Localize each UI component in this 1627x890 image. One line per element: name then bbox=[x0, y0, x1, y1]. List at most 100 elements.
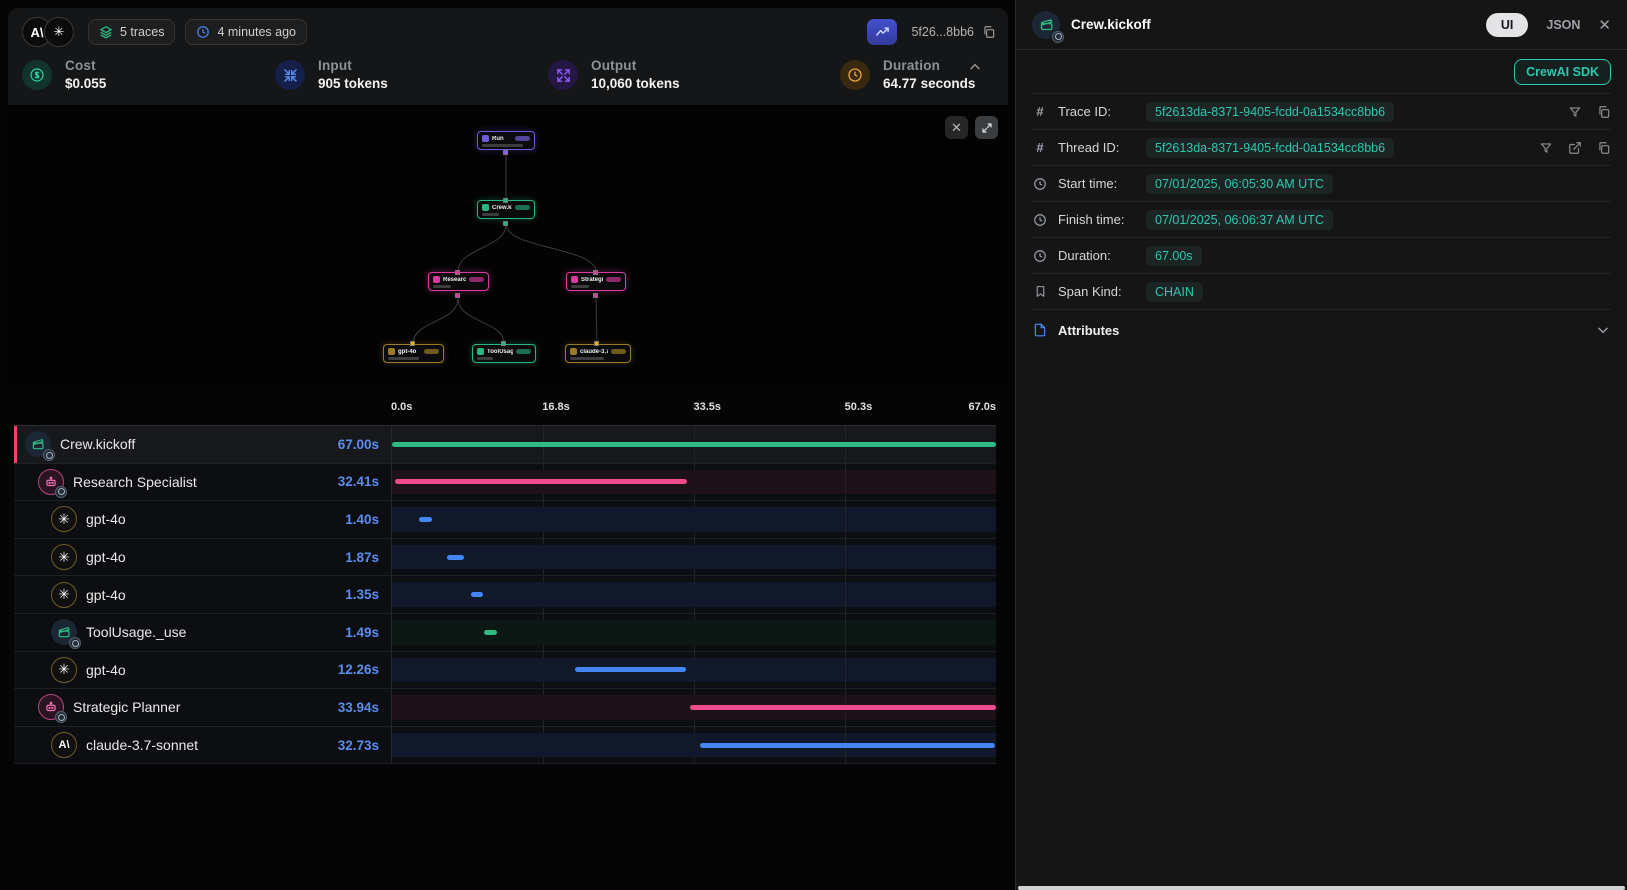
crew-icon bbox=[25, 431, 51, 457]
span-row-gpt-4o[interactable]: ✳ gpt-4o 1.40s bbox=[14, 501, 996, 539]
tab-json[interactable]: JSON bbox=[1546, 18, 1580, 32]
metric-input: Input 905 tokens bbox=[275, 58, 548, 91]
anthropic-icon: A\ bbox=[51, 732, 77, 758]
copy-icon[interactable] bbox=[1597, 141, 1611, 155]
span-bar[interactable] bbox=[471, 592, 483, 597]
bookmark-icon bbox=[1032, 285, 1048, 298]
connector-dot bbox=[593, 270, 598, 275]
node-subtitle bbox=[571, 285, 589, 288]
trace-main-column: A\ ✳ 5 traces 4 minutes ago 5f26...8bb6 bbox=[0, 0, 1015, 890]
document-icon bbox=[1032, 323, 1048, 337]
filter-icon[interactable] bbox=[1568, 105, 1582, 119]
trace-summary-block: A\ ✳ 5 traces 4 minutes ago 5f26...8bb6 bbox=[8, 8, 1008, 105]
duration-value[interactable]: 67.00s bbox=[1146, 246, 1202, 266]
span-row-gpt-4o[interactable]: ✳ gpt-4o 12.26s bbox=[14, 652, 996, 690]
run-icon bbox=[482, 135, 489, 142]
sdk-row: CrewAI SDK bbox=[1032, 50, 1611, 94]
crewai-sdk-badge[interactable]: CrewAI SDK bbox=[1514, 59, 1611, 85]
connector-dot bbox=[410, 341, 415, 346]
trace-id-short: 5f26...8bb6 bbox=[911, 25, 974, 39]
traces-count-badge[interactable]: 5 traces bbox=[88, 19, 175, 45]
copy-icon[interactable] bbox=[1597, 105, 1611, 119]
span-bar[interactable] bbox=[575, 667, 686, 672]
connector-dot bbox=[455, 293, 460, 298]
attributes-section-toggle[interactable]: Attributes bbox=[1032, 310, 1611, 350]
clock-icon bbox=[1032, 177, 1048, 191]
span-row-gpt-4o[interactable]: ✳ gpt-4o 1.35s bbox=[14, 576, 996, 614]
expand-arrows-icon bbox=[548, 60, 578, 90]
tool-crew-icon bbox=[51, 619, 77, 645]
span-kind-value[interactable]: CHAIN bbox=[1146, 282, 1203, 302]
span-row-toolusage[interactable]: ToolUsage._use 1.49s bbox=[14, 614, 996, 652]
external-link-icon[interactable] bbox=[1568, 141, 1582, 155]
crewai-sub-badge-icon bbox=[1052, 31, 1064, 43]
span-bar[interactable] bbox=[690, 705, 996, 710]
clock-icon bbox=[196, 25, 210, 39]
node-badge bbox=[611, 349, 626, 354]
openai-logo-icon: ✳ bbox=[44, 17, 74, 47]
row-finish-time: Finish time: 07/01/2025, 06:06:37 AM UTC bbox=[1032, 202, 1611, 238]
span-bar[interactable] bbox=[447, 555, 464, 560]
close-panel-icon[interactable]: ✕ bbox=[1598, 16, 1611, 34]
tab-ui[interactable]: UI bbox=[1486, 13, 1529, 37]
node-subtitle bbox=[482, 144, 523, 147]
agent-robot-icon bbox=[38, 469, 64, 495]
node-badge bbox=[515, 205, 530, 210]
expand-diagonal-icon bbox=[981, 122, 993, 134]
span-row-gpt-4o[interactable]: ✳ gpt-4o 1.87s bbox=[14, 539, 996, 577]
graph-node-gpt-4o[interactable]: gpt-4o bbox=[383, 344, 444, 363]
timeline-track bbox=[391, 689, 996, 726]
graph-close-button[interactable]: ✕ bbox=[945, 116, 968, 139]
span-row-research-specialist[interactable]: Research Specialist 32.41s bbox=[14, 464, 996, 502]
timeline-track bbox=[391, 539, 996, 576]
crew-icon bbox=[482, 204, 489, 211]
axis-tick: 16.8s bbox=[542, 401, 570, 413]
timeline-track bbox=[391, 727, 996, 764]
filter-icon[interactable] bbox=[1539, 141, 1553, 155]
node-badge bbox=[515, 136, 530, 141]
graph-expand-button[interactable] bbox=[975, 116, 998, 139]
connector-dot bbox=[594, 341, 599, 346]
collapse-metrics-chevron-icon[interactable] bbox=[968, 60, 982, 74]
span-bar[interactable] bbox=[392, 442, 996, 447]
model-icon bbox=[388, 348, 395, 355]
clock-icon bbox=[840, 60, 870, 90]
tool-icon bbox=[477, 348, 484, 355]
span-bar[interactable] bbox=[419, 517, 432, 522]
connector-dot bbox=[503, 198, 508, 203]
finish-time-value[interactable]: 07/01/2025, 06:06:37 AM UTC bbox=[1146, 210, 1333, 230]
agent-icon bbox=[571, 276, 578, 283]
graph-node-toolusage[interactable]: ToolUsage._use bbox=[472, 344, 536, 363]
dollar-icon bbox=[22, 60, 52, 90]
horizontal-scrollbar[interactable] bbox=[1018, 886, 1625, 890]
graph-node-claude-sonnet[interactable]: claude-3.7-sonnet bbox=[565, 344, 631, 363]
trace-graph-panel[interactable]: Run Crew.kickoff Research Speciali... St… bbox=[8, 105, 1008, 385]
timeline-track bbox=[391, 464, 996, 501]
span-row-strategic-planner[interactable]: Strategic Planner 33.94s bbox=[14, 689, 996, 727]
timeline-track bbox=[391, 614, 996, 651]
chevron-down-icon bbox=[1595, 323, 1611, 337]
axis-tick: 50.3s bbox=[845, 401, 873, 413]
start-time-value[interactable]: 07/01/2025, 06:05:30 AM UTC bbox=[1146, 174, 1333, 194]
clock-icon bbox=[1032, 213, 1048, 227]
agent-robot-icon bbox=[38, 694, 64, 720]
connector-dot bbox=[455, 270, 460, 275]
hash-icon: # bbox=[1032, 140, 1048, 155]
span-row-crew-kickoff[interactable]: Crew.kickoff 67.00s bbox=[14, 426, 996, 464]
copy-trace-id-icon[interactable] bbox=[982, 25, 996, 39]
span-bar[interactable] bbox=[484, 630, 497, 635]
span-bar[interactable] bbox=[395, 479, 687, 484]
graph-node-run[interactable]: Run bbox=[477, 131, 535, 150]
node-subtitle bbox=[433, 285, 451, 288]
axis-tick: 33.5s bbox=[693, 401, 721, 413]
row-duration: Duration: 67.00s bbox=[1032, 238, 1611, 274]
metrics-chart-button[interactable] bbox=[867, 19, 897, 45]
span-bar[interactable] bbox=[700, 743, 995, 748]
span-row-claude-sonnet[interactable]: A\ claude-3.7-sonnet 32.73s bbox=[14, 727, 996, 765]
trace-id-value[interactable]: 5f2613da-8371-9405-fcdd-0a1534cc8bb6 bbox=[1146, 102, 1394, 122]
node-subtitle bbox=[570, 357, 604, 360]
thread-id-value[interactable]: 5f2613da-8371-9405-fcdd-0a1534cc8bb6 bbox=[1146, 138, 1394, 158]
connector-dot bbox=[503, 221, 508, 226]
node-badge bbox=[516, 349, 531, 354]
trace-age-badge[interactable]: 4 minutes ago bbox=[185, 19, 307, 45]
